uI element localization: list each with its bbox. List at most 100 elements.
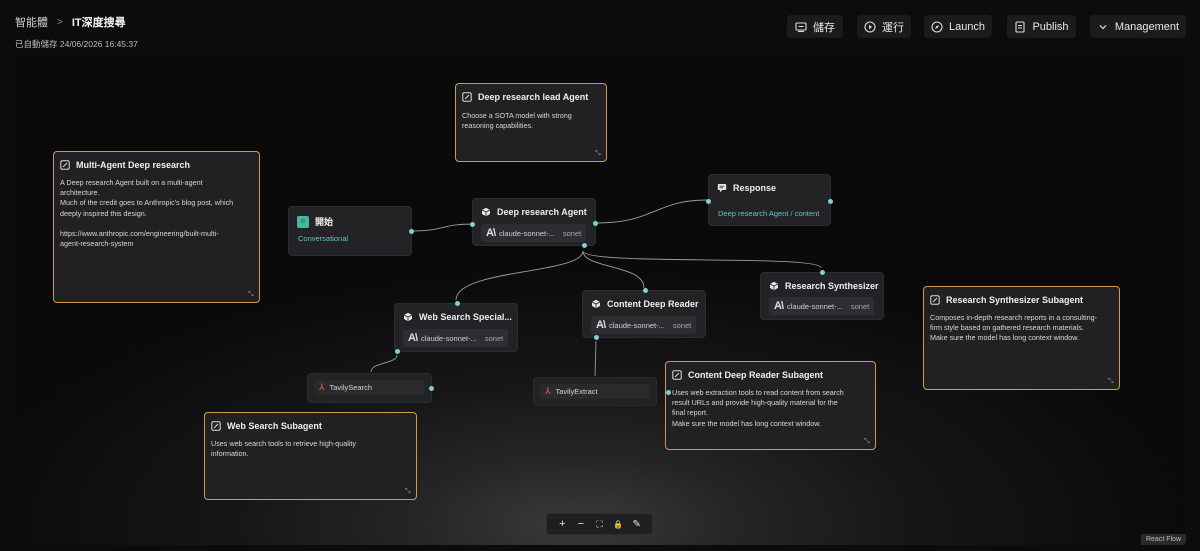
edit-note-icon — [672, 370, 682, 380]
edit-note-icon — [930, 295, 940, 305]
note-multi-agent-title: Multi-Agent Deep research — [60, 160, 190, 170]
cube-icon — [769, 281, 779, 291]
web-search-title-text: Web Search Special... — [419, 312, 512, 322]
resize-handle-icon[interactable]: ⤡ — [595, 150, 601, 157]
save-button[interactable]: 儲存 — [787, 15, 843, 38]
model-tag: sonet — [484, 333, 504, 343]
anthropic-logo-icon: A\ — [596, 319, 606, 331]
bottom-port[interactable] — [594, 335, 599, 340]
start-node-title: ☺ 開始 — [297, 215, 333, 228]
tavily-extract-node[interactable]: ⅄ TavilyExtract — [533, 377, 671, 406]
tavily-search-node[interactable]: ⅄ TavilySearch — [307, 373, 434, 403]
note-synthesizer-subagent[interactable]: Research Synthesizer Subagent Composes i… — [923, 286, 1120, 390]
zoom-in-icon[interactable]: + — [555, 518, 569, 530]
start-node-title-text: 開始 — [315, 217, 334, 227]
note-reader-body: Uses web extraction tools to read conten… — [672, 388, 844, 428]
note-search-title-text: Web Search Subagent — [227, 421, 322, 431]
content-deep-reader-node[interactable]: Content Deep Reader A\ claude-sonnet-...… — [582, 288, 706, 340]
cube-icon — [591, 299, 601, 309]
launch-label: Launch — [948, 20, 986, 33]
bottom-port[interactable] — [395, 349, 400, 354]
publish-button[interactable]: Publish — [1007, 15, 1076, 38]
resize-handle-icon[interactable]: ⤡ — [405, 488, 411, 495]
message-icon — [717, 184, 727, 193]
note-lead-agent[interactable]: Deep research lead Agent Choose a SOTA m… — [455, 83, 607, 162]
autosave-status: 已自動儲存 24/06/2026 16:45:37 — [15, 39, 138, 49]
model-tag: sonet — [850, 301, 870, 311]
lock-icon[interactable]: 🔒 — [611, 520, 625, 529]
flow-controls: + − ⛶ 🔒 ✎ — [546, 513, 653, 535]
output-port[interactable] — [429, 386, 434, 391]
save-icon — [795, 21, 807, 32]
note-reader-subagent[interactable]: Content Deep Reader Subagent Uses web ex… — [665, 361, 876, 450]
add-note-icon[interactable]: ✎ — [630, 519, 644, 530]
breadcrumb: 智能體 > IT深度搜尋 — [15, 14, 126, 30]
model-selector[interactable]: A\ claude-sonnet-... sonet — [769, 297, 875, 315]
anthropic-logo-icon: A\ — [408, 332, 418, 344]
bottom-port[interactable] — [582, 243, 587, 248]
edit-note-icon — [60, 160, 70, 170]
response-title: Response — [717, 183, 776, 193]
note-multi-agent-title-text: Multi-Agent Deep research — [76, 160, 191, 170]
deep-agent-title: Deep research Agent — [481, 207, 587, 217]
model-name: claude-sonnet-... — [421, 333, 477, 343]
save-label: 儲存 — [813, 21, 835, 34]
top-bar: 智能體 > IT深度搜尋 已自動儲存 24/06/2026 16:45:37 儲… — [0, 0, 1200, 54]
model-selector[interactable]: A\ claude-sonnet-... sonet — [481, 224, 587, 242]
output-port[interactable] — [828, 199, 833, 204]
compass-icon — [931, 20, 943, 33]
anthropic-logo-icon: A\ — [774, 300, 784, 312]
tavily-extract-chip: ⅄ TavilyExtract — [540, 384, 650, 399]
start-node-mode: Conversational — [298, 234, 349, 243]
model-selector[interactable]: A\ claude-sonnet-... sonet — [403, 329, 509, 347]
reader-title: Content Deep Reader — [591, 299, 699, 309]
input-port[interactable] — [706, 199, 711, 204]
edge-agent-websearch — [455, 250, 584, 301]
resize-handle-icon[interactable]: ⤡ — [1108, 378, 1114, 385]
run-button[interactable]: 運行 — [857, 15, 911, 38]
model-selector[interactable]: A\ claude-sonnet-... sonet — [591, 316, 697, 334]
output-port[interactable] — [593, 221, 598, 226]
note-multi-agent[interactable]: Multi-Agent Deep research A Deep researc… — [53, 151, 260, 303]
edge-reader-tavilyext — [594, 340, 597, 377]
management-button[interactable]: Management — [1090, 15, 1186, 38]
start-node[interactable]: ☺ 開始 Conversational — [288, 206, 414, 256]
output-port[interactable] — [666, 390, 671, 395]
note-synthesizer-title: Research Synthesizer Subagent — [930, 295, 1083, 305]
web-search-specialist-node[interactable]: Web Search Special... A\ claude-sonnet-.… — [394, 301, 518, 354]
research-synthesizer-node[interactable]: Research Synthesizer A\ claude-sonnet-..… — [760, 270, 884, 320]
resize-handle-icon[interactable]: ⤡ — [864, 438, 870, 445]
model-name: claude-sonnet-... — [609, 320, 665, 330]
top-port[interactable] — [820, 270, 825, 275]
zoom-out-icon[interactable]: − — [574, 518, 588, 530]
deep-agent-title-text: Deep research Agent — [497, 207, 587, 217]
note-search-subagent[interactable]: Web Search Subagent Uses web search tool… — [204, 412, 417, 500]
tavily-search-title: TavilySearch — [329, 383, 373, 392]
fit-view-icon[interactable]: ⛶ — [592, 519, 606, 530]
resize-handle-icon[interactable]: ⤡ — [248, 291, 254, 298]
publish-label: Publish — [1032, 20, 1069, 33]
breadcrumb-current: IT深度搜尋 — [71, 17, 126, 29]
breadcrumb-root[interactable]: 智能體 — [15, 14, 48, 30]
synthesizer-title-text: Research Synthesizer — [785, 281, 879, 291]
response-node[interactable]: Response Deep research Agent / content — [706, 174, 833, 226]
launch-button[interactable]: Launch — [924, 15, 992, 38]
note-synthesizer-body: Composes in-depth research reports in a … — [930, 313, 1097, 343]
chat-icon: ☺ — [297, 215, 309, 228]
input-port[interactable] — [470, 222, 475, 227]
note-lead-agent-title: Deep research lead Agent — [462, 92, 588, 102]
synthesizer-title: Research Synthesizer — [769, 281, 879, 291]
tavily-extract-title: TavilyExtract — [555, 387, 598, 396]
output-port[interactable] — [409, 229, 414, 234]
tool-icon: ⅄ — [545, 386, 551, 396]
note-multi-agent-body: A Deep research Agent built on a multi-a… — [60, 178, 234, 249]
flow-canvas[interactable]: Deep research lead Agent Choose a SOTA m… — [15, 54, 1186, 545]
top-port[interactable] — [643, 288, 648, 293]
react-flow-attribution[interactable]: React Flow — [1140, 534, 1186, 545]
top-port[interactable] — [455, 301, 460, 306]
model-tag: sonet — [672, 320, 692, 330]
deep-research-agent-node[interactable]: Deep research Agent A\ claude-sonnet-...… — [470, 198, 598, 248]
model-tag: sonet — [562, 228, 582, 238]
response-source: Deep research Agent / content — [718, 209, 820, 218]
note-reader-title-text: Content Deep Reader Subagent — [688, 370, 824, 380]
